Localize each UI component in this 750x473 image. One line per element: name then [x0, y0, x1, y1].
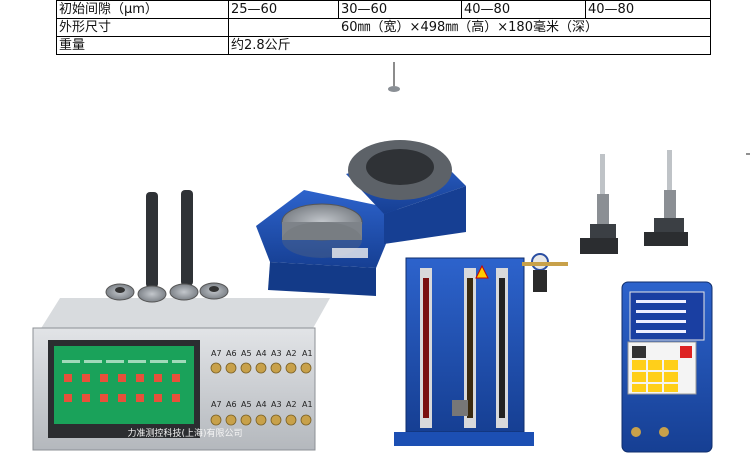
spec-table: 初始间隙（μm） 25—60 30—60 40—80 40—80 外形尺寸 60…: [56, 0, 711, 55]
controller-caption: 力准测控科技(上海)有限公司: [127, 429, 243, 439]
spec-value: 25—60: [228, 0, 339, 19]
controller-screen: [54, 346, 194, 424]
port-label-a4: A4: [256, 349, 267, 358]
table-row: 外形尺寸 60㎜（宽）×498㎜（高）×180毫米（深）: [56, 18, 711, 37]
port-label-a1: A1: [302, 349, 313, 358]
probe-pin: [388, 62, 400, 92]
port-label-a7: A7: [211, 349, 222, 358]
probe-heads: [580, 150, 688, 254]
port-label-a1: A1: [302, 400, 313, 409]
spec-value: 40—80: [585, 0, 711, 19]
handheld-readout: [621, 281, 713, 453]
port-label-a2: A2: [286, 349, 297, 358]
gauge-rods: [105, 190, 229, 303]
port-label-a3: A3: [271, 400, 282, 409]
spec-value: 40—80: [461, 0, 586, 19]
spec-value-weight: 约2.8公斤: [228, 36, 711, 55]
spec-label-dimensions: 外形尺寸: [56, 18, 229, 37]
spec-value-dimensions: 60㎜（宽）×498㎜（高）×180毫米（深）: [228, 18, 711, 37]
product-illustration: [32, 62, 750, 453]
table-row: 初始间隙（μm） 25—60 30—60 40—80 40—80: [56, 0, 711, 19]
port-label-a6: A6: [226, 349, 237, 358]
port-label-a7: A7: [211, 400, 222, 409]
product-photo: 力准测控科技(上海)有限公司 A7 A6 A5 A4 A3 A2 A1 A7 A…: [0, 56, 750, 473]
port-label-a5: A5: [241, 349, 252, 358]
table-row: 重量 约2.8公斤: [56, 36, 711, 55]
port-label-a2: A2: [286, 400, 297, 409]
spec-label-gap: 初始间隙（μm）: [56, 0, 229, 19]
port-label-a4: A4: [256, 400, 267, 409]
port-label-a6: A6: [226, 400, 237, 409]
port-label-a5: A5: [241, 400, 252, 409]
spec-value: 30—60: [338, 0, 462, 19]
port-label-a3: A3: [271, 349, 282, 358]
column-stand: [394, 253, 568, 446]
spec-label-weight: 重量: [56, 36, 229, 55]
